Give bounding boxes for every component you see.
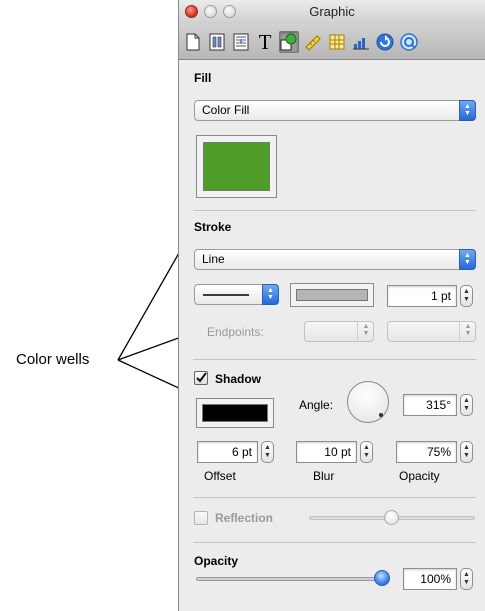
endpoints-label: Endpoints: — [207, 325, 264, 339]
start-endpoint-popup[interactable]: ▲ ▼ — [304, 321, 374, 342]
shadow-color-swatch — [202, 404, 268, 422]
opacity-field[interactable]: 100% — [403, 568, 457, 590]
offset-label: Offset — [204, 469, 236, 483]
divider — [193, 542, 476, 543]
fill-type-value: Color Fill — [202, 103, 250, 117]
angle-field[interactable]: 315° — [403, 394, 457, 416]
popup-arrows-icon: ▲ ▼ — [459, 249, 476, 270]
opacity-stepper[interactable]: ▲ ▼ — [460, 568, 473, 590]
offset-field[interactable]: 6 pt — [197, 441, 258, 463]
opacity-slider-knob[interactable] — [374, 570, 390, 586]
fill-color-well[interactable] — [196, 135, 277, 198]
stroke-width-field[interactable]: 1 pt — [387, 285, 457, 307]
divider — [193, 359, 476, 360]
link-icon[interactable] — [375, 31, 395, 53]
graphic-inspector-window: Graphic T Fill Color Fill ▲ ▼ Stroke Lin… — [178, 0, 485, 611]
text-icon[interactable]: T — [255, 31, 275, 53]
shadow-opacity-stepper[interactable]: ▲ ▼ — [460, 441, 473, 463]
line-style-popup[interactable]: ▲ ▼ — [194, 284, 279, 305]
reflection-checkbox[interactable] — [194, 511, 208, 525]
stroke-type-value: Line — [202, 252, 225, 266]
shadow-checkbox[interactable] — [194, 371, 208, 385]
stroke-type-popup[interactable]: Line ▲ ▼ — [194, 249, 476, 270]
opacity-slider[interactable] — [196, 577, 386, 581]
layout-icon[interactable] — [207, 31, 227, 53]
blur-stepper[interactable]: ▲ ▼ — [360, 441, 373, 463]
fill-heading: Fill — [194, 71, 212, 85]
opacity-heading: Opacity — [194, 554, 239, 568]
angle-stepper[interactable]: ▲ ▼ — [460, 394, 473, 416]
popup-arrows-icon: ▲ ▼ — [357, 321, 374, 342]
fill-type-popup[interactable]: Color Fill ▲ ▼ — [194, 100, 476, 121]
shadow-heading: Shadow — [215, 372, 262, 386]
graphic-icon[interactable] — [279, 31, 299, 53]
inspector-toolbar: T — [179, 24, 485, 60]
stroke-color-swatch — [296, 289, 368, 301]
wrap-icon[interactable] — [231, 31, 251, 53]
shadow-opacity-field[interactable]: 75% — [396, 441, 457, 463]
stroke-heading: Stroke — [194, 220, 232, 234]
popup-arrows-icon: ▲ ▼ — [262, 284, 279, 305]
stroke-width-stepper[interactable]: ▲ ▼ — [460, 285, 473, 307]
angle-label: Angle: — [299, 398, 334, 412]
popup-arrows-icon: ▲ ▼ — [459, 321, 476, 342]
line-style-preview — [203, 294, 249, 296]
stroke-color-well[interactable] — [290, 283, 374, 307]
blur-field[interactable]: 10 pt — [296, 441, 357, 463]
popup-arrows-icon: ▲ ▼ — [459, 100, 476, 121]
shadow-opacity-label: Opacity — [399, 469, 440, 483]
divider — [193, 210, 476, 211]
quicktime-icon[interactable] — [399, 31, 419, 53]
reflection-label: Reflection — [215, 511, 274, 525]
chart-icon[interactable] — [351, 31, 371, 53]
reflection-slider-knob[interactable] — [384, 510, 399, 525]
document-icon[interactable] — [183, 31, 203, 53]
metrics-icon[interactable] — [303, 31, 323, 53]
table-icon[interactable] — [327, 31, 347, 53]
blur-label: Blur — [313, 469, 335, 483]
angle-dial[interactable] — [347, 381, 389, 423]
shadow-color-well[interactable] — [196, 398, 274, 428]
angle-dial-marker — [379, 413, 383, 417]
divider — [193, 497, 476, 498]
fill-color-swatch — [203, 142, 270, 191]
checkmark-icon — [196, 372, 207, 383]
end-endpoint-popup[interactable]: ▲ ▼ — [387, 321, 476, 342]
window-title: Graphic — [309, 4, 355, 19]
offset-stepper[interactable]: ▲ ▼ — [261, 441, 274, 463]
title-bar[interactable]: Graphic — [179, 0, 485, 24]
